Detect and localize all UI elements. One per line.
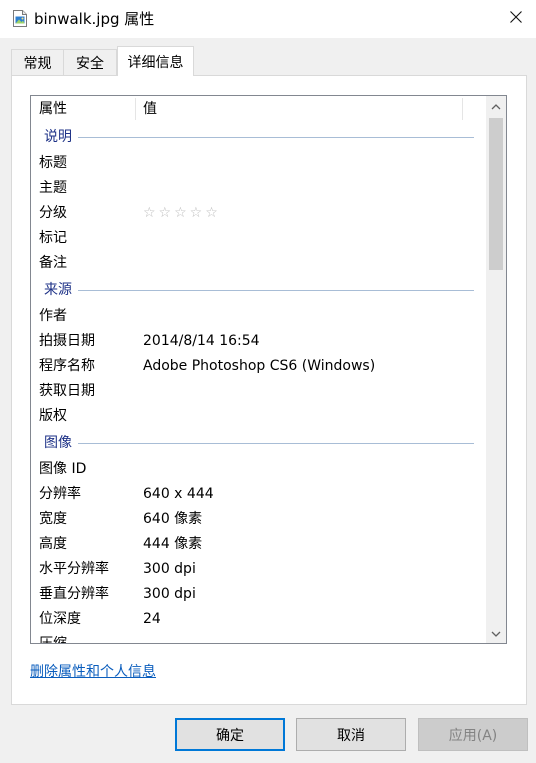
tab-general[interactable]: 常规 bbox=[11, 49, 64, 75]
vertical-scrollbar[interactable] bbox=[486, 96, 506, 643]
jpg-file-icon bbox=[13, 10, 27, 27]
close-icon bbox=[510, 11, 522, 27]
property-name: 拍摄日期 bbox=[39, 333, 95, 349]
property-name: 标记 bbox=[39, 230, 67, 246]
tab-security[interactable]: 安全 bbox=[63, 49, 117, 75]
group-divider-line bbox=[45, 443, 474, 444]
property-value[interactable]: 24 bbox=[143, 607, 161, 632]
scroll-up-button[interactable] bbox=[486, 96, 506, 116]
property-value[interactable]: 300 dpi bbox=[143, 557, 196, 582]
column-header-value[interactable]: 值 bbox=[143, 96, 157, 123]
column-header-property[interactable]: 属性 bbox=[39, 96, 67, 123]
property-row[interactable]: 压缩 bbox=[31, 632, 486, 644]
property-name: 作者 bbox=[39, 308, 67, 324]
property-name: 分级 bbox=[39, 205, 67, 221]
group-header[interactable]: 图像 bbox=[31, 429, 486, 457]
ok-button[interactable]: 确定 bbox=[175, 718, 285, 751]
group-name: 说明 bbox=[44, 126, 78, 148]
group-header[interactable]: 说明 bbox=[31, 123, 486, 151]
property-row[interactable]: 程序名称 Adobe Photoshop CS6 (Windows) bbox=[31, 354, 486, 379]
property-name: 标题 bbox=[39, 155, 67, 171]
chevron-down-icon bbox=[491, 625, 501, 641]
property-row[interactable]: 分辨率 640 x 444 bbox=[31, 482, 486, 507]
column-divider[interactable] bbox=[462, 98, 463, 120]
window-title: binwalk.jpg 属性 bbox=[34, 10, 155, 28]
property-list[interactable]: 属性 值 说明 标题 主题 分级 ☆☆☆☆☆ 标记 备注 来源 作者 拍摄日期 … bbox=[30, 95, 507, 644]
apply-button[interactable]: 应用(A) bbox=[418, 718, 528, 751]
list-header: 属性 值 bbox=[31, 96, 486, 123]
property-name: 水平分辨率 bbox=[39, 561, 109, 577]
property-row[interactable]: 分级 ☆☆☆☆☆ bbox=[31, 201, 486, 226]
property-name: 宽度 bbox=[39, 511, 67, 527]
scroll-down-button[interactable] bbox=[486, 623, 506, 643]
chevron-up-icon bbox=[491, 98, 501, 114]
property-rows: 说明 标题 主题 分级 ☆☆☆☆☆ 标记 备注 来源 作者 拍摄日期 2014/8/… bbox=[31, 123, 486, 644]
rating-stars[interactable]: ☆☆☆☆☆ bbox=[143, 201, 221, 226]
property-row[interactable]: 拍摄日期 2014/8/14 16:54 bbox=[31, 329, 486, 354]
property-row[interactable]: 标题 bbox=[31, 151, 486, 176]
property-row[interactable]: 主题 bbox=[31, 176, 486, 201]
property-name: 程序名称 bbox=[39, 358, 95, 374]
property-row[interactable]: 水平分辨率 300 dpi bbox=[31, 557, 486, 582]
close-button[interactable] bbox=[496, 0, 536, 38]
property-value[interactable]: 444 像素 bbox=[143, 532, 202, 557]
property-value[interactable]: Adobe Photoshop CS6 (Windows) bbox=[143, 354, 375, 379]
property-row[interactable]: 版权 bbox=[31, 404, 486, 429]
property-value[interactable]: 300 dpi bbox=[143, 582, 196, 607]
property-name: 备注 bbox=[39, 255, 67, 271]
property-row[interactable]: 垂直分辨率 300 dpi bbox=[31, 582, 486, 607]
title-bar: binwalk.jpg 属性 bbox=[0, 0, 536, 38]
property-value[interactable]: 2014/8/14 16:54 bbox=[143, 329, 260, 354]
property-name: 获取日期 bbox=[39, 383, 95, 399]
property-row[interactable]: 宽度 640 像素 bbox=[31, 507, 486, 532]
property-row[interactable]: 标记 bbox=[31, 226, 486, 251]
property-value[interactable]: 640 x 444 bbox=[143, 482, 214, 507]
group-divider-line bbox=[45, 137, 474, 138]
property-row[interactable]: 高度 444 像素 bbox=[31, 532, 486, 557]
property-row[interactable]: 位深度 24 bbox=[31, 607, 486, 632]
scrollbar-thumb[interactable] bbox=[489, 118, 503, 270]
property-name: 分辨率 bbox=[39, 486, 81, 502]
property-name: 高度 bbox=[39, 536, 67, 552]
property-name: 主题 bbox=[39, 180, 67, 196]
group-name: 来源 bbox=[44, 279, 78, 301]
tab-details[interactable]: 详细信息 bbox=[117, 46, 194, 76]
properties-dialog: binwalk.jpg 属性 常规 安全 详细信息 属性 值 说明 标题 主题 … bbox=[0, 0, 536, 763]
property-row[interactable]: 备注 bbox=[31, 251, 486, 276]
property-name: 垂直分辨率 bbox=[39, 586, 109, 602]
group-divider-line bbox=[45, 290, 474, 291]
remove-properties-link[interactable]: 删除属性和个人信息 bbox=[30, 661, 156, 681]
property-row[interactable]: 获取日期 bbox=[31, 379, 486, 404]
column-divider[interactable] bbox=[135, 98, 136, 120]
property-name: 图像 ID bbox=[39, 461, 87, 477]
group-name: 图像 bbox=[44, 432, 78, 454]
property-row[interactable]: 图像 ID bbox=[31, 457, 486, 482]
details-panel: 属性 值 说明 标题 主题 分级 ☆☆☆☆☆ 标记 备注 来源 作者 拍摄日期 … bbox=[11, 75, 527, 705]
property-value[interactable]: 640 像素 bbox=[143, 507, 202, 532]
property-name: 版权 bbox=[39, 408, 67, 424]
property-name: 压缩 bbox=[39, 636, 67, 644]
property-name: 位深度 bbox=[39, 611, 81, 627]
group-header[interactable]: 来源 bbox=[31, 276, 486, 304]
property-row[interactable]: 作者 bbox=[31, 304, 486, 329]
cancel-button[interactable]: 取消 bbox=[296, 718, 406, 751]
